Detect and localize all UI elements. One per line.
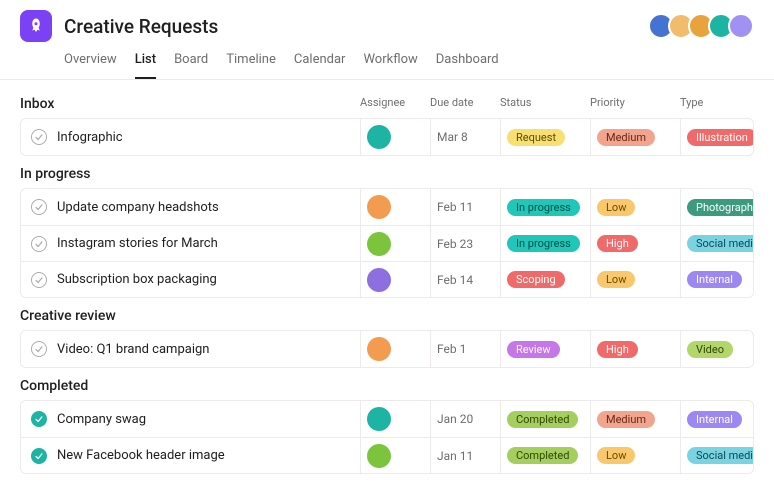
- priority-pill[interactable]: Medium: [597, 411, 655, 428]
- task-name[interactable]: Infographic: [57, 130, 123, 145]
- due-date[interactable]: Feb 1: [437, 342, 466, 356]
- due-date[interactable]: Jan 11: [437, 449, 473, 463]
- type-pill[interactable]: Social media: [687, 447, 754, 464]
- status-pill[interactable]: Scoping: [507, 271, 565, 288]
- tab-list[interactable]: List: [135, 46, 156, 79]
- status-pill[interactable]: Request: [507, 129, 565, 146]
- complete-check-icon[interactable]: [31, 199, 47, 215]
- task-name[interactable]: New Facebook header image: [57, 448, 225, 463]
- type-pill[interactable]: Internal: [687, 411, 742, 428]
- tabs: Overview List Board Timeline Calendar Workflo…: [64, 46, 754, 79]
- complete-check-icon[interactable]: [31, 129, 47, 145]
- assignee-avatar[interactable]: [367, 407, 391, 431]
- status-pill[interactable]: Review: [507, 341, 560, 358]
- task-list: Video: Q1 brand campaign Feb 1 Review High V…: [20, 330, 754, 368]
- task-row[interactable]: Infographic Mar 8 Request Medium Illustratio…: [21, 119, 753, 155]
- project-title: Creative Requests: [64, 15, 654, 38]
- due-date[interactable]: Feb 23: [437, 237, 473, 251]
- task-list: Update company headshots Feb 11 In progres…: [20, 188, 754, 298]
- member-avatar[interactable]: [728, 13, 754, 39]
- assignee-avatar[interactable]: [367, 268, 391, 292]
- col-due[interactable]: Due date: [430, 96, 500, 112]
- project-icon: [20, 10, 52, 42]
- col-type[interactable]: Type: [680, 96, 754, 112]
- type-pill[interactable]: Photography: [687, 199, 754, 216]
- task-row[interactable]: Company swag Jan 20 Completed Medium Interna…: [21, 401, 753, 437]
- priority-pill[interactable]: High: [597, 235, 638, 252]
- assignee-avatar[interactable]: [367, 232, 391, 256]
- due-date[interactable]: Feb 14: [437, 273, 473, 287]
- col-assignee[interactable]: Assignee: [360, 96, 430, 112]
- tab-board[interactable]: Board: [174, 46, 208, 79]
- task-row[interactable]: Instagram stories for March Feb 23 In prog…: [21, 225, 753, 261]
- section-header-inbox[interactable]: Inbox: [20, 96, 360, 112]
- type-pill[interactable]: Social media: [687, 235, 754, 252]
- assignee-avatar[interactable]: [367, 125, 391, 149]
- assignee-avatar[interactable]: [367, 444, 391, 468]
- assignee-avatar[interactable]: [367, 337, 391, 361]
- due-date[interactable]: Feb 11: [437, 200, 473, 214]
- tab-calendar[interactable]: Calendar: [294, 46, 346, 79]
- task-name[interactable]: Subscription box packaging: [57, 272, 217, 287]
- status-pill[interactable]: Completed: [507, 411, 578, 428]
- complete-check-icon[interactable]: [31, 272, 47, 288]
- priority-pill[interactable]: Low: [597, 199, 635, 216]
- status-pill[interactable]: Completed: [507, 447, 578, 464]
- tab-workflow[interactable]: Workflow: [363, 46, 417, 79]
- task-row[interactable]: Video: Q1 brand campaign Feb 1 Review High V…: [21, 331, 753, 367]
- section-header[interactable]: Completed: [20, 368, 754, 400]
- priority-pill[interactable]: Low: [597, 447, 635, 464]
- task-row[interactable]: Update company headshots Feb 11 In progres…: [21, 189, 753, 225]
- tab-dashboard[interactable]: Dashboard: [436, 46, 499, 79]
- complete-check-icon[interactable]: [31, 341, 47, 357]
- task-list: Infographic Mar 8 Request Medium Illustratio…: [20, 118, 754, 156]
- status-pill[interactable]: In progress: [507, 199, 580, 216]
- assignee-avatar[interactable]: [367, 195, 391, 219]
- type-pill[interactable]: Internal: [687, 271, 742, 288]
- tab-timeline[interactable]: Timeline: [226, 46, 276, 79]
- col-status[interactable]: Status: [500, 96, 590, 112]
- due-date[interactable]: Jan 20: [437, 412, 473, 426]
- section-header[interactable]: In progress: [20, 156, 754, 188]
- content: Inbox Assignee Due date Status Priority …: [0, 80, 774, 494]
- complete-check-icon[interactable]: [31, 448, 47, 464]
- complete-check-icon[interactable]: [31, 411, 47, 427]
- section-header[interactable]: Creative review: [20, 298, 754, 330]
- status-pill[interactable]: In progress: [507, 235, 580, 252]
- task-name[interactable]: Company swag: [57, 412, 146, 427]
- task-row[interactable]: Subscription box packaging Feb 14 Scoping L…: [21, 261, 753, 297]
- task-row[interactable]: New Facebook header image Jan 11 Completed…: [21, 437, 753, 473]
- priority-pill[interactable]: High: [597, 341, 638, 358]
- task-name[interactable]: Update company headshots: [57, 200, 219, 215]
- priority-pill[interactable]: Medium: [597, 129, 655, 146]
- due-date[interactable]: Mar 8: [437, 130, 468, 144]
- task-name[interactable]: Instagram stories for March: [57, 236, 218, 251]
- type-pill[interactable]: Video: [687, 341, 733, 358]
- task-name[interactable]: Video: Q1 brand campaign: [57, 342, 209, 357]
- column-headers: Inbox Assignee Due date Status Priority …: [20, 86, 754, 118]
- tab-overview[interactable]: Overview: [64, 46, 117, 79]
- priority-pill[interactable]: Low: [597, 271, 635, 288]
- col-priority[interactable]: Priority: [590, 96, 680, 112]
- task-list: Company swag Jan 20 Completed Medium Interna…: [20, 400, 754, 474]
- header: Creative Requests Overview List Board Timel…: [0, 0, 774, 80]
- type-pill[interactable]: Illustration: [687, 129, 754, 146]
- member-avatars[interactable]: [654, 13, 754, 39]
- complete-check-icon[interactable]: [31, 236, 47, 252]
